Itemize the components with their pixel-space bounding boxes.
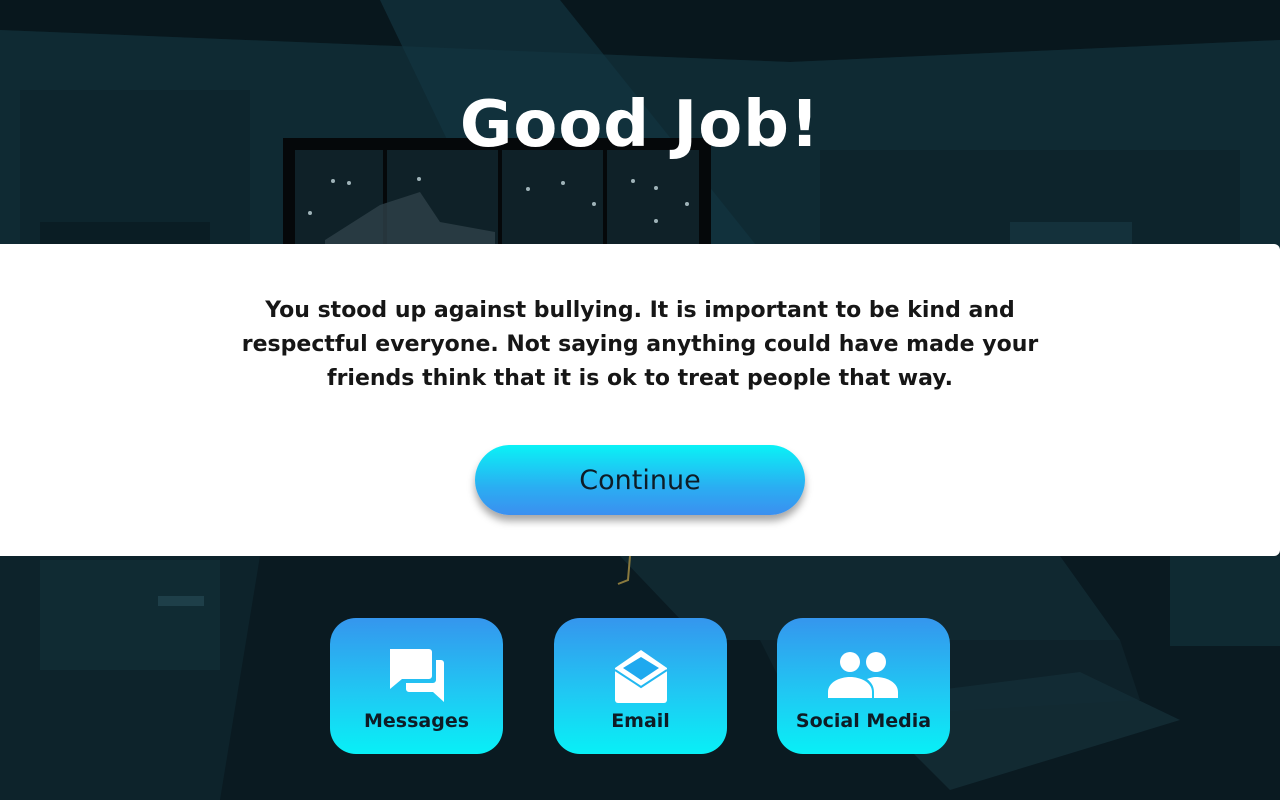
messages-label: Messages — [363, 710, 470, 732]
email-label: Email — [611, 710, 670, 732]
social-media-label: Social Media — [795, 710, 932, 732]
email-app-button[interactable]: Email — [554, 618, 727, 754]
social-media-icon — [777, 646, 950, 706]
messages-icon — [330, 646, 503, 706]
page-title: Good Job! — [459, 88, 821, 162]
continue-button[interactable]: Continue — [475, 445, 805, 515]
social-media-app-button[interactable]: Social Media — [777, 618, 950, 754]
feedback-panel: You stood up against bullying. It is imp… — [0, 244, 1280, 556]
messages-app-button[interactable]: Messages — [330, 618, 503, 754]
email-icon — [554, 646, 727, 706]
feedback-message: You stood up against bullying. It is imp… — [241, 298, 1039, 391]
